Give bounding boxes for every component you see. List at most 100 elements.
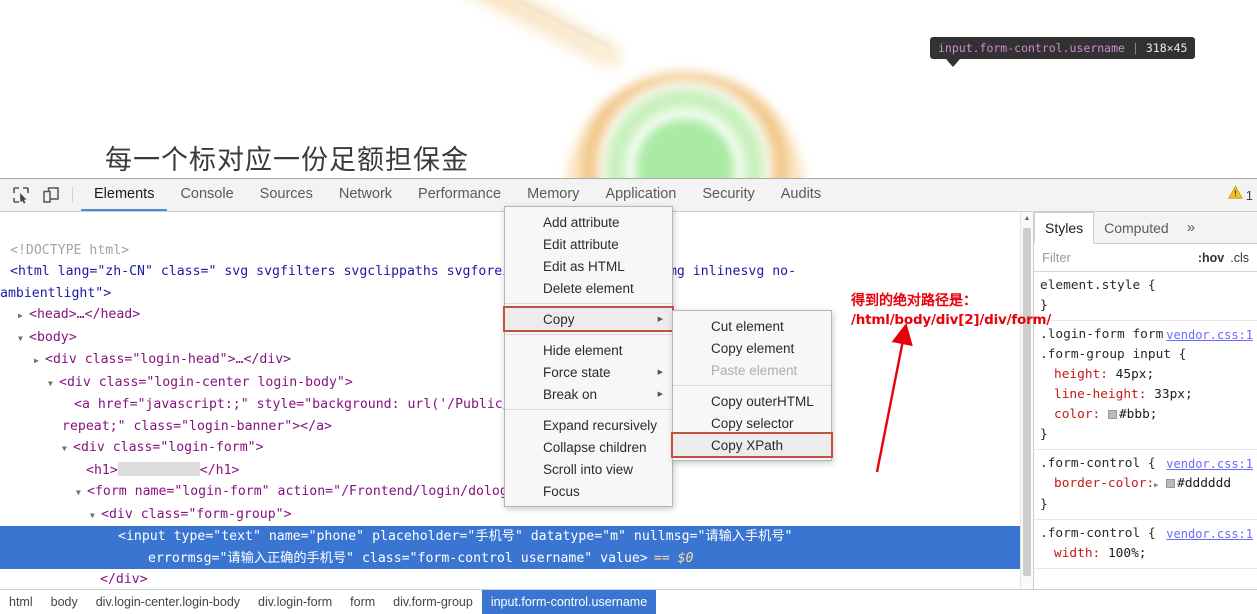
menu-item-hide-element[interactable]: Hide element [505, 339, 672, 361]
declaration-line-height[interactable]: line-height: 33px; [1040, 385, 1257, 405]
declaration-border-color[interactable]: border-color:▶ #dddddd [1040, 474, 1257, 495]
chevron-double-right-icon[interactable]: » [1179, 212, 1203, 243]
dom-line-selected-input[interactable]: <input type="text" name="phone" placehol… [0, 526, 1033, 569]
rule-selector[interactable]: vendor.css:1 .form-control { [1040, 524, 1257, 544]
rule-origin-link[interactable]: vendor.css:1 [1166, 454, 1253, 474]
menu-item-copy-xpath[interactable]: Copy XPath [671, 432, 833, 458]
rule-selector-text: element.style { [1040, 278, 1156, 293]
tab-styles[interactable]: Styles [1034, 212, 1095, 244]
declaration-height[interactable]: height: 45px; [1040, 365, 1257, 385]
expand-arrow-head[interactable] [18, 304, 29, 327]
tab-console[interactable]: Console [167, 179, 246, 211]
login-head-line-text: <div class="login-head">…</div> [45, 352, 292, 367]
expand-arrow-login-head[interactable] [34, 349, 45, 372]
decorative-burst [565, 72, 805, 178]
devtools-tab-list: Elements Console Sources Network Perform… [81, 179, 834, 211]
toolbar-divider [72, 187, 73, 203]
expand-arrow-login-center[interactable] [48, 372, 59, 395]
inspector-tooltip-dimensions: 318×45 [1145, 41, 1188, 55]
color-swatch[interactable] [1107, 410, 1117, 419]
rule-close: } [1040, 427, 1048, 442]
dom-line-html-open[interactable]: <html lang="zh-CN" class=" svg svgfilter… [0, 261, 1000, 283]
submenu-arrow-icon: ▶ [657, 316, 663, 323]
selected-input-text-1: <input type="text" name="phone" placehol… [118, 529, 793, 544]
rule-close: } [1040, 298, 1048, 313]
expand-arrow-body[interactable] [18, 327, 29, 350]
tab-security[interactable]: Security [689, 179, 767, 211]
menu-item-scroll-into-view[interactable]: Scroll into view [505, 458, 672, 480]
rule-selector[interactable]: vendor.css:1 .login-form form .form-grou… [1040, 325, 1257, 365]
expand-triangle-icon[interactable]: ▶ [1154, 481, 1158, 489]
styles-rules-list: element.style { } vendor.css:1 .login-fo… [1034, 272, 1257, 589]
tab-network[interactable]: Network [326, 179, 405, 211]
menu-item-copy-selector[interactable]: Copy selector [673, 412, 831, 434]
menu-item-add-attribute[interactable]: Add attribute [505, 211, 672, 233]
menu-item-copy-outerhtml[interactable]: Copy outerHTML [673, 390, 831, 412]
menu-item-delete-element[interactable]: Delete element [505, 277, 672, 299]
menu-item-focus[interactable]: Focus [505, 480, 672, 502]
rule-selector[interactable]: element.style { [1040, 276, 1257, 296]
selected-input-text-2: errormsg="请输入正确的手机号" class="form-control… [148, 550, 648, 566]
filter-input[interactable]: Filter [1042, 250, 1192, 265]
h1-open-text: <h1> [86, 462, 118, 478]
inspector-tooltip: input.form-control.username | 318×45 [930, 37, 1196, 59]
declaration-width[interactable]: width: 100%; [1040, 544, 1257, 564]
expand-arrow-form-group[interactable] [90, 504, 101, 527]
breadcrumb-item-body[interactable]: body [42, 590, 87, 614]
menu-separator [505, 303, 672, 304]
breadcrumb-item-form[interactable]: form [341, 590, 384, 614]
prop-name: width [1054, 546, 1093, 561]
device-toolbar-icon[interactable] [36, 179, 66, 211]
tab-audits[interactable]: Audits [768, 179, 834, 211]
html-open-tag-text-cont: ambientlight"> [0, 285, 112, 301]
selected-input-marker: == $0 [653, 550, 694, 566]
styles-pane: Styles Computed » Filter :hov .cls eleme… [1034, 212, 1257, 589]
tab-sources[interactable]: Sources [247, 179, 326, 211]
menu-item-edit-attribute[interactable]: Edit attribute [505, 233, 672, 255]
tab-computed[interactable]: Computed [1094, 212, 1179, 243]
hover-state-button[interactable]: :hov [1198, 251, 1224, 265]
menu-separator [505, 334, 672, 335]
menu-item-force-state-label: Force state [543, 364, 611, 380]
menu-item-edit-as-html[interactable]: Edit as HTML [505, 255, 672, 277]
scroll-up-arrow[interactable]: ▲ [1021, 212, 1033, 225]
rule-selector[interactable]: vendor.css:1 .form-control { [1040, 454, 1257, 474]
dom-tree-scrollbar[interactable]: ▲ [1020, 212, 1033, 589]
doctype-text: <!DOCTYPE html> [10, 242, 130, 258]
color-swatch[interactable] [1166, 479, 1176, 488]
tab-performance[interactable]: Performance [405, 179, 514, 211]
dom-line-close-div[interactable]: </div> [0, 569, 1033, 589]
browser-page-viewport: 每一个标对应一份足额担保金 手机号 密码 input.form-control.… [0, 0, 1257, 178]
expand-arrow-login-form[interactable] [62, 437, 73, 460]
inspector-tooltip-separator: | [1131, 41, 1139, 55]
rule-close: } [1040, 497, 1048, 512]
menu-item-collapse-children[interactable]: Collapse children [505, 436, 672, 458]
breadcrumb-item-html[interactable]: html [0, 590, 42, 614]
breadcrumb-item-login-form[interactable]: div.login-form [249, 590, 341, 614]
menu-item-paste-element: Paste element [711, 362, 798, 378]
warning-indicator[interactable]: 1 [1227, 179, 1257, 211]
menu-item-copy[interactable]: Copy ▶ [503, 306, 674, 332]
anchor-line-text-cont: repeat;" class="login-banner"></a> [62, 418, 332, 434]
menu-item-cut-element[interactable]: Cut element [673, 315, 831, 337]
breadcrumb-item-input[interactable]: input.form-control.username [481, 590, 657, 614]
scrollbar-thumb[interactable] [1023, 228, 1031, 576]
login-form-line-text: <div class="login-form"> [73, 440, 264, 455]
menu-item-copy-element[interactable]: Copy element [673, 337, 831, 359]
declaration-color[interactable]: color: #bbb; [1040, 405, 1257, 425]
menu-item-expand-recursively[interactable]: Expand recursively [505, 414, 672, 436]
breadcrumb-item-form-group[interactable]: div.form-group [384, 590, 482, 614]
menu-item-force-state[interactable]: Force state ▶ [505, 361, 672, 383]
breadcrumb-item-login-center[interactable]: div.login-center.login-body [87, 590, 249, 614]
prop-value: #bbb; [1118, 407, 1158, 422]
tab-elements[interactable]: Elements [81, 179, 168, 211]
menu-item-break-on[interactable]: Break on ▶ [505, 383, 672, 405]
style-rule-form-control-border: vendor.css:1 .form-control { border-colo… [1034, 450, 1257, 520]
class-button[interactable]: .cls [1230, 251, 1249, 265]
menu-item-copy-label: Copy [543, 311, 575, 327]
expand-arrow-form[interactable] [76, 481, 87, 504]
rule-origin-link[interactable]: vendor.css:1 [1166, 325, 1253, 345]
prop-name: line-height [1054, 387, 1139, 402]
inspect-element-icon[interactable] [6, 179, 36, 211]
rule-origin-link[interactable]: vendor.css:1 [1166, 524, 1253, 544]
